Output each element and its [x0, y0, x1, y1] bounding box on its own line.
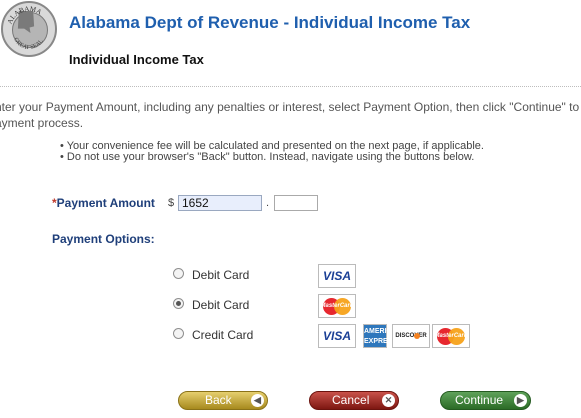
divider [0, 86, 581, 87]
payment-options-label: Payment Options: [52, 232, 155, 246]
back-button-label: Back [205, 393, 232, 407]
instruction-line-1: nter your Payment Amount, including any … [0, 100, 580, 114]
radio-debit-card-visa[interactable] [173, 268, 184, 279]
svg-text:GREAT SEAL: GREAT SEAL [12, 37, 45, 51]
discover-card-icon: DISCOVER [392, 324, 430, 348]
continue-button-label: Continue [455, 393, 504, 407]
alabama-seal-logo: ALABAMA GREAT SEAL [1, 1, 57, 57]
svg-text:ALABAMA: ALABAMA [6, 5, 43, 25]
decimal-separator: . [266, 197, 270, 209]
payment-amount-label: *Payment Amount [52, 196, 155, 210]
currency-symbol: $ [168, 197, 175, 209]
close-icon: ✕ [382, 394, 395, 407]
option-label-debit-card[interactable]: Debit Card [192, 268, 249, 282]
option-label-credit-card[interactable]: Credit Card [192, 328, 253, 342]
instructions: nter your Payment Amount, including any … [0, 99, 581, 131]
arrow-right-icon: ▶ [514, 394, 527, 407]
mastercard-icon: MasterCard [318, 294, 356, 318]
option-label-debit-card[interactable]: Debit Card [192, 298, 249, 312]
payment-amount-input[interactable] [178, 195, 262, 211]
page-subtitle: Individual Income Tax [69, 52, 204, 67]
arrow-left-icon: ◀ [251, 394, 264, 407]
mastercard-icon: MasterCard [432, 324, 470, 348]
instruction-line-2: ayment process. [0, 116, 84, 130]
back-button[interactable]: Back ◀ [178, 391, 268, 410]
radio-credit-card[interactable] [173, 328, 184, 339]
amex-card-icon: AMERICAN EXPRESS [363, 324, 402, 348]
payment-cents-input[interactable] [274, 195, 318, 211]
radio-debit-card-mastercard[interactable] [173, 298, 184, 309]
visa-card-icon: VISA [318, 264, 356, 288]
visa-card-icon: VISA [318, 324, 356, 348]
instruction-bullet: • Do not use your browser's "Back" butto… [60, 151, 475, 163]
seal-lettering: ALABAMA GREAT SEAL [6, 5, 45, 51]
page-title: Alabama Dept of Revenue - Individual Inc… [69, 13, 471, 32]
cancel-button-label: Cancel [332, 393, 370, 407]
continue-button[interactable]: Continue ▶ [440, 391, 531, 410]
cancel-button[interactable]: Cancel ✕ [309, 391, 399, 410]
